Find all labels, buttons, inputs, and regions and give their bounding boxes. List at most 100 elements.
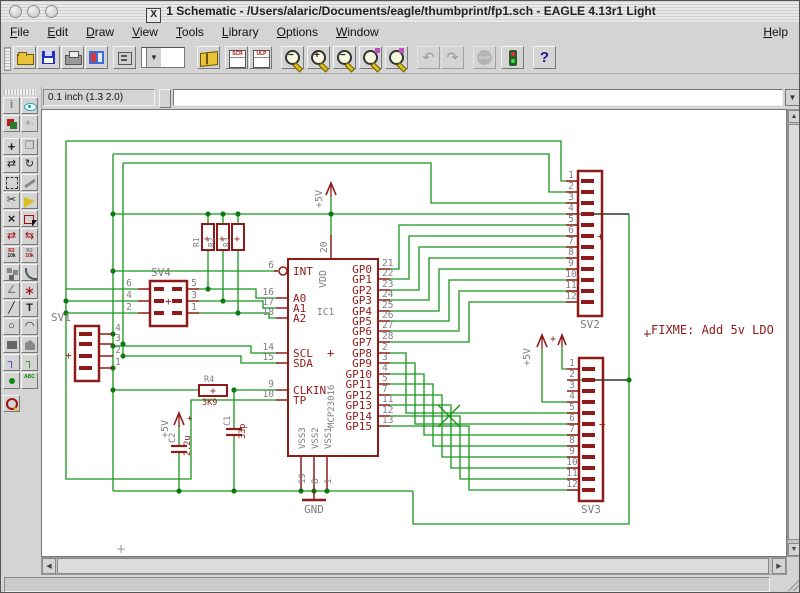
window-resize-grip[interactable] [787, 578, 800, 591]
tool-rotate[interactable]: ↻ [21, 156, 38, 173]
scroll-down-icon[interactable]: ▼ [788, 543, 800, 556]
tool-split[interactable]: ∠ [3, 282, 20, 299]
menu-tools[interactable]: Tools [167, 23, 213, 43]
junction-dot [324, 488, 329, 493]
tool-add[interactable] [21, 210, 38, 227]
wire[interactable] [66, 141, 578, 181]
undo-button[interactable]: ↶ [417, 46, 440, 69]
tool-bus[interactable]: ┐ [3, 354, 20, 371]
tool-name[interactable]: R210k [3, 246, 20, 263]
open-folder-icon [17, 54, 34, 65]
palette-grip[interactable] [4, 89, 36, 95]
zoom-select-button[interactable] [385, 46, 408, 69]
menu-view[interactable]: View [123, 23, 167, 43]
wire[interactable] [113, 346, 278, 353]
schematic-text: 3 [115, 333, 121, 344]
print-button[interactable] [61, 46, 84, 69]
open-board-button[interactable] [113, 46, 136, 69]
scroll-right-icon[interactable]: ▶ [772, 558, 786, 574]
schematic-canvas[interactable]: 6INT16A017A118A214SCL15SDA9CLKIN10TP21GP… [41, 109, 787, 557]
tool-miter[interactable] [21, 264, 38, 281]
menu-edit[interactable]: Edit [38, 23, 77, 43]
tool-info[interactable]: i [3, 97, 20, 114]
pin-pad [581, 179, 594, 183]
menu-window[interactable]: Window [327, 23, 388, 43]
wire[interactable] [123, 163, 578, 203]
tool-value[interactable]: R210k [21, 246, 38, 263]
wire[interactable] [390, 363, 579, 424]
wire[interactable] [390, 405, 579, 468]
erc-traffic-button[interactable] [501, 46, 524, 69]
vertical-scroll-thumb[interactable] [788, 124, 800, 540]
tool-erc[interactable] [3, 395, 20, 412]
menu-file[interactable]: File [1, 23, 38, 43]
zoom-in-button[interactable]: + [307, 46, 330, 69]
zoom-out-button[interactable]: − [333, 46, 356, 69]
use-library-button[interactable] [197, 46, 220, 69]
sheet-dropdown-arrow-icon[interactable]: ▼ [146, 48, 161, 67]
open-button[interactable] [13, 46, 36, 69]
zoom-redraw-button[interactable] [359, 46, 382, 69]
tool-invoke[interactable]: ∗ [21, 282, 38, 299]
tool-polygon[interactable] [21, 336, 38, 353]
tool-paste[interactable] [21, 192, 38, 209]
scroll-left-icon[interactable]: ◀ [42, 558, 56, 574]
junction-dot [63, 298, 68, 303]
tool-text[interactable]: T [21, 300, 38, 317]
wire[interactable] [413, 214, 629, 524]
wire[interactable] [113, 154, 578, 192]
vertical-scrollbar[interactable]: ▲ ▼ [787, 109, 800, 557]
zoom-fit-button[interactable]: − [281, 46, 304, 69]
title-bar[interactable]: X1 Schematic - /Users/alaric/Documents/e… [1, 1, 800, 24]
tool-junction[interactable] [3, 372, 20, 389]
horizontal-scroll-thumb[interactable] [57, 558, 769, 574]
wire[interactable] [390, 258, 578, 300]
tool-delete[interactable]: × [3, 210, 20, 227]
horizontal-scrollbar[interactable]: ◀ ▶ [41, 557, 787, 575]
junction-dot [328, 211, 333, 216]
tool-display[interactable] [3, 115, 20, 132]
junction-dot [235, 211, 240, 216]
menu-options[interactable]: Options [268, 23, 327, 43]
wire[interactable] [390, 384, 579, 446]
tool-move[interactable]: + [3, 138, 20, 155]
wire[interactable] [542, 349, 567, 402]
tool-label[interactable]: ABC [21, 372, 38, 389]
tool-copy[interactable]: ❐ [21, 138, 38, 155]
tool-change[interactable] [21, 174, 38, 191]
cam-processor-button[interactable] [85, 46, 108, 69]
tool-show[interactable] [21, 97, 38, 114]
tool-rect[interactable] [3, 336, 20, 353]
tool-pinswap[interactable]: ⇄ [3, 228, 20, 245]
sheet-selector[interactable]: 1/1 ▼ [141, 47, 185, 68]
scroll-up-icon[interactable]: ▲ [788, 110, 800, 123]
tool-circle[interactable]: ○ [3, 318, 20, 335]
redo-button[interactable]: ↷ [441, 46, 464, 69]
pin-pad [581, 289, 594, 293]
pin-pad [582, 389, 595, 393]
tool-smash[interactable] [3, 264, 20, 281]
wire[interactable] [123, 356, 278, 363]
menu-help[interactable]: Help [754, 23, 797, 43]
help-button[interactable]: ? [533, 46, 556, 69]
menu-library[interactable]: Library [213, 23, 268, 43]
stop-button[interactable]: STOP [473, 46, 496, 69]
tool-mark[interactable]: +· [21, 115, 38, 132]
wire[interactable] [562, 347, 567, 369]
tool-mirror[interactable]: ⇄ [3, 156, 20, 173]
tool-group[interactable] [3, 174, 20, 191]
tool-gateswap[interactable]: ⇆ [21, 228, 38, 245]
run-ulp-button[interactable]: ULP [249, 46, 272, 69]
run-script-button[interactable]: SCR [225, 46, 248, 69]
tool-arc[interactable]: ◠ [21, 318, 38, 335]
tool-net[interactable]: ┐ [21, 354, 38, 371]
wire[interactable] [390, 353, 579, 413]
schematic-text: 8 [569, 435, 575, 446]
tool-cut[interactable]: ✂ [3, 192, 20, 209]
schematic-text: 13 [382, 415, 393, 426]
save-button[interactable] [37, 46, 60, 69]
tool-wire[interactable]: ╱ [3, 300, 20, 317]
menu-draw[interactable]: Draw [77, 23, 123, 43]
command-input[interactable] [173, 89, 783, 106]
command-history-dropdown[interactable]: ▼ [785, 89, 800, 106]
